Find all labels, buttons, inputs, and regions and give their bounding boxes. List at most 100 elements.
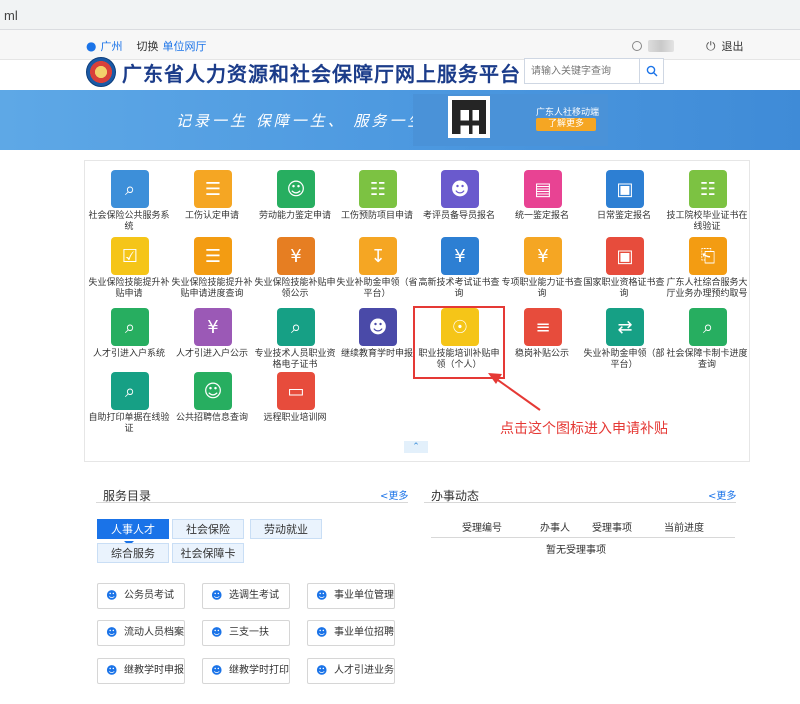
service-tile[interactable]: ⎗ 广东人社综合服务大厅业务办理预约取号 [666,237,748,305]
recruit-icon[interactable]: ☺ [194,372,232,410]
service-tile-label[interactable]: 失业保险技能提升补贴申请 [88,278,170,300]
transfer-icon[interactable]: ⇄ [606,308,644,346]
service-tile[interactable]: ☻ 继续教育学时申报 [336,308,418,376]
catalog-item[interactable]: ☻ 事业单位招聘 [307,620,395,646]
service-tile-label[interactable]: 社会保障卡制卡进度查询 [666,349,748,371]
affairs-more-link[interactable]: <更多 [708,487,736,502]
power-icon[interactable]: ⏻ [706,39,716,54]
money-card-icon[interactable]: ¥ [277,237,315,275]
search-input[interactable] [525,59,637,83]
service-tile-label[interactable]: 考评员备导员报名 [418,211,500,222]
service-tile-label[interactable]: 失业补助金申领（省平台） [336,278,418,300]
catalog-item[interactable]: ☻ 三支一扶 [202,620,290,646]
form-icon[interactable]: ☰ [194,237,232,275]
service-tile[interactable]: ⌕ 专业技术人员职业资格电子证书 [254,308,336,376]
service-tile-label[interactable]: 工伤认定申请 [171,211,253,222]
certificate-icon[interactable]: ☷ [689,170,727,208]
tab-social-security-card[interactable]: 社会保障卡 [172,543,244,563]
tab-general-services[interactable]: 综合服务 [97,543,169,563]
money-doc-icon[interactable]: ¥ [194,308,232,346]
print-search-icon[interactable]: ⌕ [111,372,149,410]
tab-social-insurance[interactable]: 社会保险 [172,519,244,539]
service-tile[interactable]: ⇄ 失业补助金申领（部平台） [583,308,665,376]
learn-more-button[interactable]: 了解更多 [536,118,596,131]
service-tile[interactable]: ☰ 失业保险技能提升补贴申请进度查询 [171,237,253,305]
service-tile-label[interactable]: 继续教育学时申报 [336,349,418,360]
catalog-item[interactable]: ☻ 公务员考试 [97,583,185,609]
site-title[interactable]: 广东省人力资源和社会保障厅网上服务平台 [122,58,521,87]
service-tile[interactable]: ☷ 技工院校毕业证书在线验证 [666,170,748,238]
catalog-item[interactable]: ☻ 继教学时打印 [202,658,290,684]
service-tile-label[interactable]: 日常鉴定报名 [583,211,665,222]
service-tile-label[interactable]: 劳动能力鉴定申请 [254,211,336,222]
service-tile-label[interactable]: 高新技术考试证书查询 [418,278,500,300]
service-tile-label[interactable]: 统一鉴定报名 [501,211,583,222]
download-icon[interactable]: ↧ [359,237,397,275]
service-tile[interactable]: ▭ 远程职业培训网 [254,372,336,440]
service-tile[interactable]: ≡ 稳岗补贴公示 [501,308,583,376]
catalog-item[interactable]: ☻ 事业单位管理 [307,583,395,609]
service-tile[interactable]: ¥ 人才引进入户公示 [171,308,253,376]
service-tile-label[interactable]: 稳岗补贴公示 [501,349,583,360]
doc-search-icon[interactable]: ⌕ [111,308,149,346]
stack-icon[interactable]: ≡ [524,308,562,346]
tab-personnel[interactable]: 人事人才 [97,519,169,539]
service-tile[interactable]: ☰ 工伤认定申请 [171,170,253,238]
service-tile-label[interactable]: 自助打印单据在线验证 [88,413,170,435]
screen-icon[interactable]: ▭ [277,372,315,410]
service-tile-label[interactable]: 专项职业能力证书查询 [501,278,583,300]
service-tile-label[interactable]: 人才引进入户公示 [171,349,253,360]
tab-employment[interactable]: 劳动就业 [250,519,322,539]
catalog-item[interactable]: ☻ 人才引进业务 [307,658,395,684]
service-tile-label[interactable]: 国家职业资格证书查询 [583,278,665,300]
service-tile-label[interactable]: 人才引进入户系统 [88,349,170,360]
service-tile[interactable]: ☺ 劳动能力鉴定申请 [254,170,336,238]
certificate-icon[interactable]: ☷ [359,170,397,208]
badge-icon[interactable]: ☻ [441,170,479,208]
person-doc-icon[interactable]: ☻ [359,308,397,346]
coin-hand-icon[interactable]: ¥ [441,237,479,275]
address-url[interactable]: ml [4,8,18,23]
catalog-more-link[interactable]: <更多 [380,487,408,502]
service-tile[interactable]: ☺ 公共招聘信息查询 [171,372,253,440]
search-button[interactable] [639,59,663,83]
catalog-item[interactable]: ☻ 选调生考试 [202,583,290,609]
logout-link[interactable]: 退出 [722,38,744,54]
service-tile[interactable]: ☷ 工伤预防项目申请 [336,170,418,238]
service-tile[interactable]: ¥ 专项职业能力证书查询 [501,237,583,305]
search-person-icon[interactable]: ⌕ [111,170,149,208]
service-tile-label[interactable]: 失业补助金申领（部平台） [583,349,665,371]
service-tile-label[interactable]: 技工院校毕业证书在线验证 [666,211,748,233]
service-tile-label[interactable]: 远程职业培训网 [254,413,336,424]
service-tile[interactable]: ¥ 失业保险技能补贴申领公示 [254,237,336,305]
service-tile[interactable]: ⌕ 社会保险公共服务系统 [88,170,170,238]
checklist-icon[interactable]: ☑ [111,237,149,275]
service-tile[interactable]: ▣ 日常鉴定报名 [583,170,665,238]
service-tile[interactable]: ⌕ 人才引进入户系统 [88,308,170,376]
service-tile[interactable]: ▣ 国家职业资格证书查询 [583,237,665,305]
service-tile[interactable]: ☑ 失业保险技能提升补贴申请 [88,237,170,305]
document-icon[interactable]: ⎗ [689,237,727,275]
service-tile[interactable]: ▤ 统一鉴定报名 [501,170,583,238]
service-tile[interactable]: ↧ 失业补助金申领（省平台） [336,237,418,305]
card-icon[interactable]: ▤ [524,170,562,208]
collapse-toggle[interactable]: ⌃ [404,441,428,453]
service-tile-label[interactable]: 社会保险公共服务系统 [88,211,170,233]
yuan-icon[interactable]: ¥ [524,237,562,275]
service-tile-label[interactable]: 专业技术人员职业资格电子证书 [254,349,336,371]
doc-search-icon[interactable]: ⌕ [689,308,727,346]
form-icon[interactable]: ☰ [194,170,232,208]
group-icon[interactable]: ☺ [277,170,315,208]
cert-search-icon[interactable]: ⌕ [277,308,315,346]
service-tile[interactable]: ⌕ 社会保障卡制卡进度查询 [666,308,748,376]
service-tile-label[interactable]: 失业保险技能补贴申领公示 [254,278,336,300]
unit-hall-link[interactable]: 单位网厅 [162,38,206,54]
service-tile[interactable]: ☻ 考评员备导员报名 [418,170,500,238]
service-tile-label[interactable]: 工伤预防项目申请 [336,211,418,222]
service-tile-label[interactable]: 失业保险技能提升补贴申请进度查询 [171,278,253,300]
search-box[interactable] [524,58,664,84]
id-card-icon[interactable]: ▣ [606,237,644,275]
service-tile[interactable]: ¥ 高新技术考试证书查询 [418,237,500,305]
catalog-item[interactable]: ☻ 流动人员档案 [97,620,185,646]
service-tile[interactable]: ⌕ 自助打印单据在线验证 [88,372,170,440]
